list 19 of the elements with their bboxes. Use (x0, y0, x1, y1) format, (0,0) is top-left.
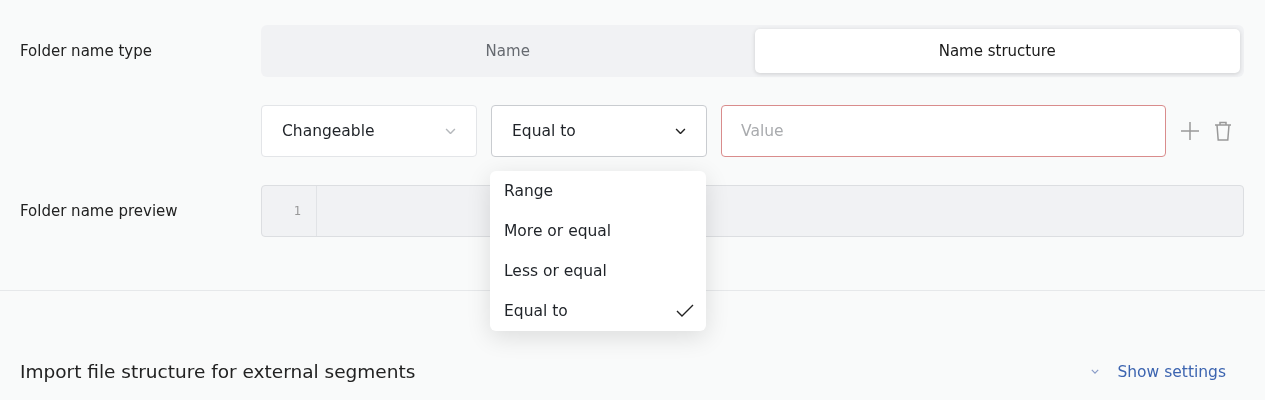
chevron-down-icon (445, 127, 456, 135)
value-input[interactable]: Value (721, 105, 1166, 157)
trash-icon[interactable] (1214, 121, 1232, 141)
menu-item[interactable]: More or equal (490, 211, 706, 251)
segment-tab[interactable]: Name (265, 29, 751, 73)
line-number: 1 (262, 186, 317, 236)
menu-item[interactable]: Equal to (490, 291, 706, 331)
operator-select[interactable]: Equal to (491, 105, 707, 157)
field-label: Folder name preview (20, 202, 179, 220)
field-select[interactable]: Changeable (261, 105, 477, 157)
segment-tab[interactable]: Name structure (754, 29, 1240, 73)
show-settings-link[interactable]: Show settings (1091, 362, 1226, 381)
menu-item[interactable]: Range (490, 171, 706, 211)
field-label: Folder name type (20, 42, 153, 60)
section-title: Import file structure for external segments (20, 361, 416, 382)
chevron-down-icon (1091, 369, 1100, 374)
menu-item[interactable]: Less or equal (490, 251, 706, 291)
chevron-down-icon (675, 127, 686, 135)
add-icon[interactable] (1180, 121, 1200, 141)
